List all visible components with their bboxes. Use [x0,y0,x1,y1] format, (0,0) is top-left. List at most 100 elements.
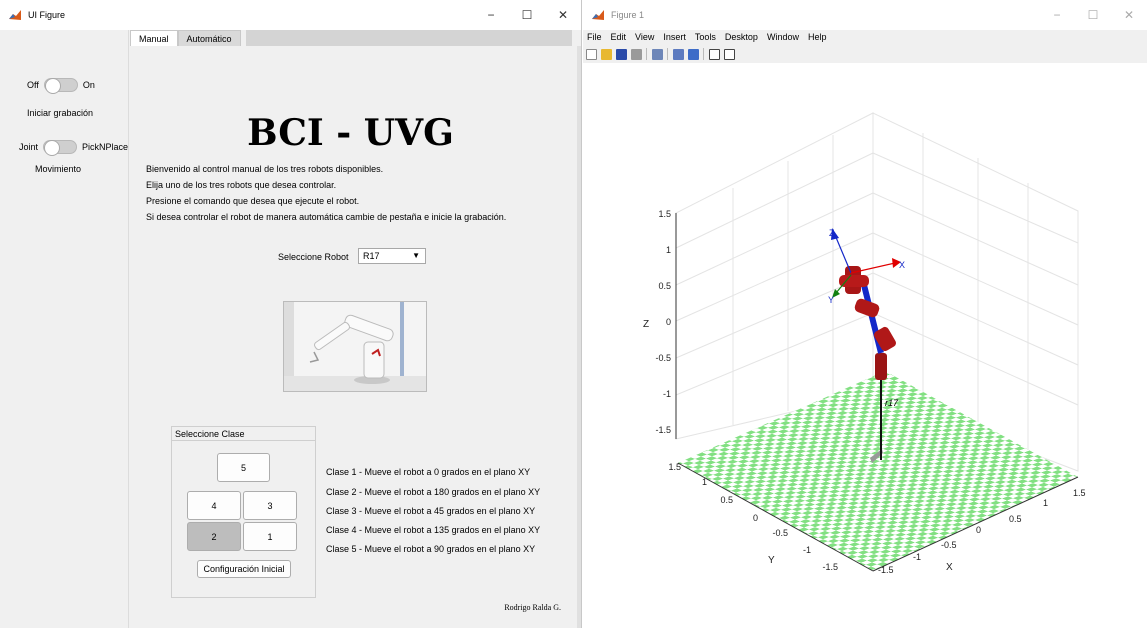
description-line-3: Presione el comando que desea que ejecut… [146,196,360,206]
dropdown-arrow-icon: ▼ [412,251,420,260]
power-switch[interactable] [43,78,78,94]
x-tick: 1.5 [1073,488,1086,498]
frame-y-label: Y [828,295,834,305]
y-tick: 0.5 [720,495,733,505]
initial-config-button[interactable]: Configuración Inicial [197,560,291,578]
figure-minimize-button[interactable]: − [1039,0,1075,30]
menu-view[interactable]: View [635,30,654,44]
x-tick: 0.5 [1009,514,1022,524]
z-tick: -1 [663,389,671,399]
legend-icon[interactable] [688,48,699,60]
movement-label: Movimiento [35,164,82,174]
tab-strip [246,30,572,46]
class-2-description: Clase 2 - Mueve el robot a 180 grados en… [326,487,541,497]
power-switch-row: Off On [27,78,95,94]
colorbar-icon[interactable] [673,48,684,60]
new-file-icon[interactable] [586,48,597,60]
menu-window[interactable]: Window [767,30,799,44]
mode-switch-row: Joint PickNPlace [19,140,129,156]
z-tick: -1.5 [655,425,671,435]
y-tick: -1 [803,545,811,555]
menu-insert[interactable]: Insert [663,30,686,44]
description-line-1: Bienvenido al control manual de los tres… [146,164,384,174]
manual-tab-content: BCI - UVG Bienvenido al control manual d… [130,46,571,628]
class-4-description: Clase 4 - Mueve el robot a 135 grados en… [326,525,541,535]
class-2-button[interactable]: 2 [187,522,241,551]
class-3-description: Clase 3 - Mueve el robot a 45 grados en … [326,506,536,516]
minimize-button[interactable]: − [473,0,509,30]
matlab-icon [591,8,605,22]
z-tick: 1.5 [658,209,671,219]
y-tick: -0.5 [772,528,788,538]
class-1-description: Clase 1 - Mueve el robot a 0 grados en e… [326,467,531,477]
toolbar-separator [703,48,704,60]
power-off-label: Off [27,80,39,90]
y-tick: 1.5 [668,462,681,472]
tab-automatico[interactable]: Automático [177,30,241,46]
menu-edit[interactable]: Edit [611,30,627,44]
description-line-2: Elija uno de los tres robots que desea c… [146,180,337,190]
robot-name-label: r17 [885,398,899,408]
x-tick: -1.5 [878,565,894,575]
x-tick: -0.5 [941,540,957,550]
print-icon[interactable] [631,48,642,60]
frame-z-label: Z [829,228,835,238]
class-4-button[interactable]: 4 [187,491,241,520]
class-1-button[interactable]: 1 [243,522,297,551]
description-line-4: Si desea controlar el robot de manera au… [146,212,507,222]
mode-switch[interactable] [43,140,78,156]
figure-maximize-button[interactable]: ☐ [1075,0,1111,30]
x-tick: 1 [1043,498,1048,508]
class-5-description: Clase 5 - Mueve el robot a 90 grados en … [326,544,536,554]
menu-file[interactable]: File [587,30,602,44]
class-3-button[interactable]: 3 [243,491,297,520]
ui-figure-titlebar: UI Figure − ☐ ✕ [0,0,581,30]
record-label: Iniciar grabación [27,108,94,118]
z-tick: -0.5 [655,353,671,363]
figure-toolbar [583,46,739,62]
property-editor-icon[interactable] [724,48,735,60]
mode-joint-label: Joint [19,142,39,152]
author-signature: Rodrigo Ralda G. [504,603,561,612]
mode-pick-label: PickNPlace [82,142,129,152]
z-tick: 0.5 [658,281,671,291]
robot-dropdown[interactable]: R17 ▼ [358,248,426,264]
x-axis-label: X [946,562,953,573]
figure-titlebar: Figure 1 − ☐ ✕ [583,0,1147,30]
figure-menubar: File Edit View Insert Tools Desktop Wind… [583,30,831,44]
save-icon[interactable] [616,48,627,60]
tab-manual[interactable]: Manual [130,30,178,46]
matlab-icon [8,8,22,22]
maximize-button[interactable]: ☐ [509,0,545,30]
class-panel-title: Seleccione Clase [172,427,315,441]
control-side-panel: Off On Iniciar grabación Joint PickNPlac… [7,30,129,628]
close-button[interactable]: ✕ [545,0,581,30]
tab-bar: Manual Automático [130,30,241,46]
content-scrollbar[interactable] [577,46,581,628]
page-title: BCI - UVG [247,112,454,154]
select-robot-label: Seleccione Robot [278,252,349,262]
axes-3d[interactable]: 1.5 1 0.5 0 -0.5 -1 -1.5 Z 1.5 1 0.5 0 -… [583,63,1147,628]
figure-window-title: Figure 1 [611,10,645,20]
menu-desktop[interactable]: Desktop [725,30,758,44]
link-plot-icon[interactable] [652,48,663,60]
power-on-label: On [82,80,95,90]
robot-dropdown-value: R17 [363,251,380,261]
y-axis-label: Y [768,555,775,566]
class-5-button[interactable]: 5 [217,453,270,482]
ui-figure-window: UI Figure − ☐ ✕ Off On Iniciar grabación… [0,0,582,628]
y-tick: 0 [753,513,758,523]
menu-help[interactable]: Help [808,30,827,44]
class-selection-panel: Seleccione Clase 5 4 3 2 1 Configuración… [171,426,316,598]
figure-1-window: Figure 1 − ☐ ✕ File Edit View Insert Too… [583,0,1147,628]
figure-close-button[interactable]: ✕ [1111,0,1147,30]
y-tick: 1 [702,477,707,487]
pointer-icon[interactable] [709,48,720,60]
window-title: UI Figure [28,10,66,20]
open-folder-icon[interactable] [601,48,612,60]
z-tick: 0 [666,317,671,327]
menu-tools[interactable]: Tools [695,30,716,44]
x-tick: 0 [976,525,981,535]
toolbar-separator [667,48,668,60]
toolbar-separator [646,48,647,60]
